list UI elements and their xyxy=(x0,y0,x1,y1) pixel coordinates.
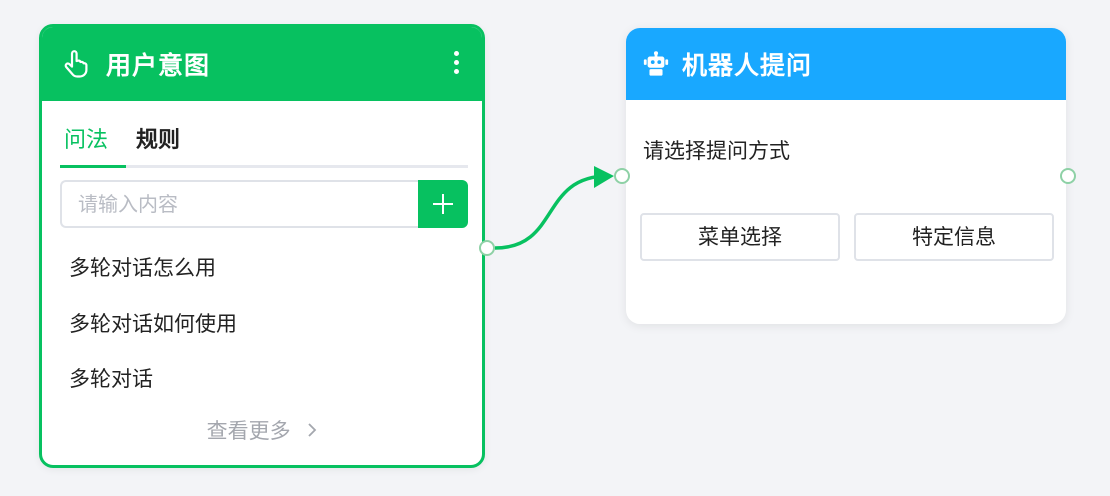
robot-output-port[interactable] xyxy=(1060,168,1076,184)
robot-input-port[interactable] xyxy=(614,168,630,184)
robot-node-title: 机器人提问 xyxy=(682,51,813,80)
specific-info-button[interactable]: 特定信息 xyxy=(854,213,1054,261)
prompt-label: 请选择提问方式 xyxy=(643,139,790,163)
tab-rules[interactable]: 规则 xyxy=(136,127,180,165)
more-vertical-icon[interactable] xyxy=(452,51,460,79)
intent-node-header[interactable]: 用户意图 xyxy=(42,27,482,101)
robot-node-header[interactable]: 机器人提问 xyxy=(626,28,1066,100)
view-more-label: 查看更多 xyxy=(206,419,291,443)
plus-icon xyxy=(433,194,453,214)
question-input[interactable] xyxy=(60,180,418,228)
question-item[interactable]: 多轮对话如何使用 xyxy=(69,308,237,338)
flow-canvas[interactable]: 用户意图 问法 规则 多轮对话怎么用 多轮对话如何使用 多轮对话 查看更多 xyxy=(0,0,1110,496)
robot-icon xyxy=(642,50,670,78)
connector-line xyxy=(494,174,609,250)
robot-question-node[interactable]: 机器人提问 请选择提问方式 菜单选择 特定信息 xyxy=(614,28,1076,324)
intent-node[interactable]: 用户意图 问法 规则 多轮对话怎么用 多轮对话如何使用 多轮对话 查看更多 xyxy=(39,24,495,468)
tab-questions[interactable]: 问法 xyxy=(59,127,127,168)
menu-select-button[interactable]: 菜单选择 xyxy=(640,213,840,261)
chevron-right-icon xyxy=(307,419,317,443)
question-input-group xyxy=(60,180,468,228)
hand-pointer-icon xyxy=(62,50,90,78)
intent-tabs: 问法 规则 xyxy=(59,127,468,168)
intent-node-title: 用户意图 xyxy=(106,51,211,80)
question-item[interactable]: 多轮对话 xyxy=(69,363,153,393)
connector-arrowhead xyxy=(594,166,614,188)
add-question-button[interactable] xyxy=(418,180,468,228)
view-more-link[interactable]: 查看更多 xyxy=(42,415,482,445)
question-item[interactable]: 多轮对话怎么用 xyxy=(69,252,216,282)
intent-output-port[interactable] xyxy=(479,240,495,256)
